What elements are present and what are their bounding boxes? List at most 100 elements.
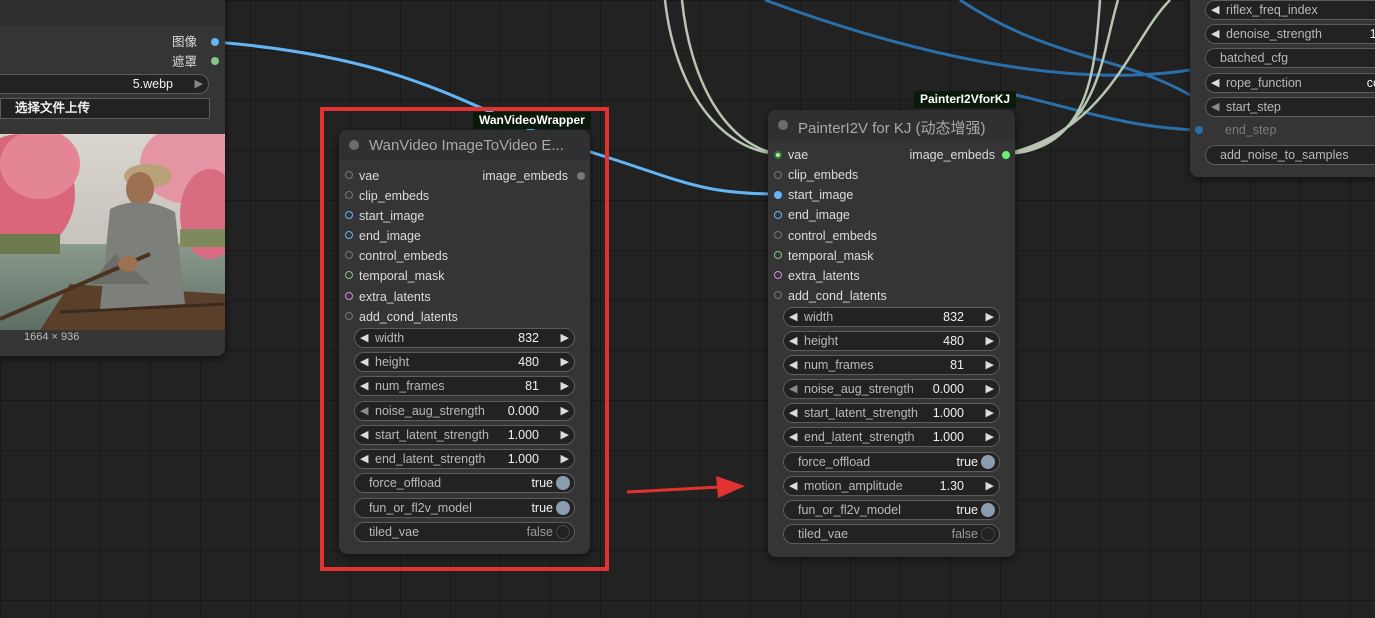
- widget-start-latent-strength[interactable]: ◀ start_latent_strength 1.000 ▶: [354, 425, 575, 445]
- widget-end-latent-strength[interactable]: ◀ end_latent_strength 1.000 ▶: [354, 449, 575, 469]
- widget-batched-cfg[interactable]: batched_cfg: [1205, 48, 1375, 68]
- decrement-arrow-icon[interactable]: ◀: [360, 402, 368, 420]
- output-mask-dot[interactable]: [211, 57, 219, 65]
- toggle-knob[interactable]: [556, 525, 570, 539]
- input-extra-latents-dot[interactable]: [345, 292, 353, 300]
- image-file-combo[interactable]: 5.webp ▶: [0, 74, 209, 94]
- widget-label: denoise_strength: [1226, 27, 1322, 41]
- toggle-knob[interactable]: [981, 455, 995, 469]
- input-vae-dot[interactable]: [774, 151, 782, 159]
- decrement-arrow-icon[interactable]: ◀: [360, 426, 368, 444]
- decrement-arrow-icon[interactable]: ◀: [789, 477, 797, 495]
- increment-arrow-icon[interactable]: ▶: [986, 356, 994, 374]
- output-image-embeds-dot[interactable]: [577, 172, 585, 180]
- widget-tiled-vae[interactable]: tiled_vae false: [783, 524, 1000, 544]
- collapse-dot-icon[interactable]: [778, 120, 788, 130]
- decrement-arrow-icon[interactable]: ◀: [789, 332, 797, 350]
- link-embeds-out-c: [1005, 0, 1102, 156]
- input-temporal-mask-dot[interactable]: [345, 271, 353, 279]
- increment-arrow-icon[interactable]: ▶: [561, 353, 569, 371]
- increment-arrow-icon[interactable]: ▶: [561, 426, 569, 444]
- widget-value: true: [531, 476, 553, 490]
- decrement-arrow-icon[interactable]: ◀: [789, 428, 797, 446]
- widget-force-offload[interactable]: force_offload true: [354, 473, 575, 493]
- widget-end-latent-strength[interactable]: ◀ end_latent_strength 1.000 ▶: [783, 427, 1000, 447]
- upload-button[interactable]: 选择文件上传: [0, 98, 210, 119]
- widget-tiled-vae[interactable]: tiled_vae false: [354, 522, 575, 542]
- widget-width[interactable]: ◀ width 832 ▶: [783, 307, 1000, 327]
- decrement-arrow-icon[interactable]: ◀: [789, 356, 797, 374]
- widget-motion-amplitude[interactable]: ◀ motion_amplitude 1.30 ▶: [783, 476, 1000, 496]
- widget-num-frames[interactable]: ◀ num_frames 81 ▶: [783, 355, 1000, 375]
- combo-next-arrow-icon[interactable]: ▶: [195, 75, 203, 93]
- input-clip-embeds-dot[interactable]: [774, 171, 782, 179]
- decrement-arrow-icon[interactable]: ◀: [1211, 74, 1219, 92]
- decrement-arrow-icon[interactable]: ◀: [360, 329, 368, 347]
- increment-arrow-icon[interactable]: ▶: [986, 380, 994, 398]
- increment-arrow-icon[interactable]: ▶: [986, 308, 994, 326]
- widget-width[interactable]: ◀ width 832 ▶: [354, 328, 575, 348]
- input-start-image-dot[interactable]: [774, 191, 782, 199]
- toggle-knob[interactable]: [981, 527, 995, 541]
- decrement-arrow-icon[interactable]: ◀: [360, 353, 368, 371]
- wrapper-node-title-text: WanVideo ImageToVideo E...: [369, 137, 564, 154]
- input-start-image-dot[interactable]: [345, 211, 353, 219]
- input-add-cond-latents-dot[interactable]: [345, 312, 353, 320]
- widget-fun-or-fl2v-model[interactable]: fun_or_fl2v_model true: [354, 498, 575, 518]
- input-end-image-dot[interactable]: [345, 231, 353, 239]
- increment-arrow-icon[interactable]: ▶: [986, 404, 994, 422]
- widget-riflex-freq-index[interactable]: ◀ riflex_freq_index: [1205, 0, 1375, 20]
- increment-arrow-icon[interactable]: ▶: [986, 332, 994, 350]
- widget-num-frames[interactable]: ◀ num_frames 81 ▶: [354, 376, 575, 396]
- widget-height[interactable]: ◀ height 480 ▶: [783, 331, 1000, 351]
- input-control-embeds-dot[interactable]: [774, 231, 782, 239]
- widget-start-latent-strength[interactable]: ◀ start_latent_strength 1.000 ▶: [783, 403, 1000, 423]
- increment-arrow-icon[interactable]: ▶: [986, 428, 994, 446]
- widget-rope-function[interactable]: ◀ rope_function co: [1205, 73, 1375, 93]
- output-image-embeds-dot[interactable]: [1002, 151, 1010, 159]
- decrement-arrow-icon[interactable]: ◀: [1211, 98, 1219, 116]
- increment-arrow-icon[interactable]: ▶: [561, 402, 569, 420]
- increment-arrow-icon[interactable]: ▶: [986, 477, 994, 495]
- widget-force-offload[interactable]: force_offload true: [783, 452, 1000, 472]
- decrement-arrow-icon[interactable]: ◀: [1211, 25, 1219, 43]
- input-add-cond-latents-dot[interactable]: [774, 291, 782, 299]
- input-end-image-dot[interactable]: [774, 211, 782, 219]
- wanvideo-imagetovideo-node[interactable]: WanVideo ImageToVideo E... WanVideoWrapp…: [339, 112, 591, 554]
- decrement-arrow-icon[interactable]: ◀: [360, 377, 368, 395]
- widget-height[interactable]: ◀ height 480 ▶: [354, 352, 575, 372]
- input-vae-dot[interactable]: [345, 171, 353, 179]
- increment-arrow-icon[interactable]: ▶: [561, 329, 569, 347]
- output-image-dot[interactable]: [211, 38, 219, 46]
- input-temporal-mask-label: temporal_mask: [359, 269, 445, 283]
- widget-noise-aug-strength[interactable]: ◀ noise_aug_strength 0.000 ▶: [783, 379, 1000, 399]
- decrement-arrow-icon[interactable]: ◀: [360, 450, 368, 468]
- widget-start-step[interactable]: ◀ start_step: [1205, 97, 1375, 117]
- widget-end-step[interactable]: end_step: [1205, 121, 1375, 141]
- decrement-arrow-icon[interactable]: ◀: [1211, 1, 1219, 19]
- increment-arrow-icon[interactable]: ▶: [561, 377, 569, 395]
- widget-noise-aug-strength[interactable]: ◀ noise_aug_strength 0.000 ▶: [354, 401, 575, 421]
- sampler-node[interactable]: ◀ riflex_freq_index ◀ denoise_strength 1…: [1190, 0, 1375, 177]
- increment-arrow-icon[interactable]: ▶: [561, 450, 569, 468]
- input-clip-embeds-dot[interactable]: [345, 191, 353, 199]
- toggle-knob[interactable]: [556, 476, 570, 490]
- decrement-arrow-icon[interactable]: ◀: [789, 308, 797, 326]
- link-embeds-out-b: [1005, 0, 1171, 156]
- collapse-dot-icon[interactable]: [349, 140, 359, 150]
- input-control-embeds-dot[interactable]: [345, 251, 353, 259]
- wrapper-node-title[interactable]: WanVideo ImageToVideo E...: [339, 130, 590, 160]
- toggle-knob[interactable]: [981, 503, 995, 517]
- widget-label: start_latent_strength: [804, 406, 918, 420]
- input-temporal-mask-dot[interactable]: [774, 251, 782, 259]
- input-extra-latents-dot[interactable]: [774, 271, 782, 279]
- decrement-arrow-icon[interactable]: ◀: [789, 404, 797, 422]
- widget-denoise-strength[interactable]: ◀ denoise_strength 1.: [1205, 24, 1375, 44]
- input-end-step-dot[interactable]: [1195, 126, 1203, 134]
- painter-i2v-node[interactable]: PainterI2V for KJ (动态增强) PainterI2VforKJ…: [768, 91, 1017, 557]
- widget-fun-or-fl2v-model[interactable]: fun_or_fl2v_model true: [783, 500, 1000, 520]
- toggle-knob[interactable]: [556, 501, 570, 515]
- decrement-arrow-icon[interactable]: ◀: [789, 380, 797, 398]
- painter-node-title[interactable]: PainterI2V for KJ (动态增强): [768, 110, 1015, 140]
- widget-add-noise-to-samples[interactable]: add_noise_to_samples: [1205, 145, 1375, 165]
